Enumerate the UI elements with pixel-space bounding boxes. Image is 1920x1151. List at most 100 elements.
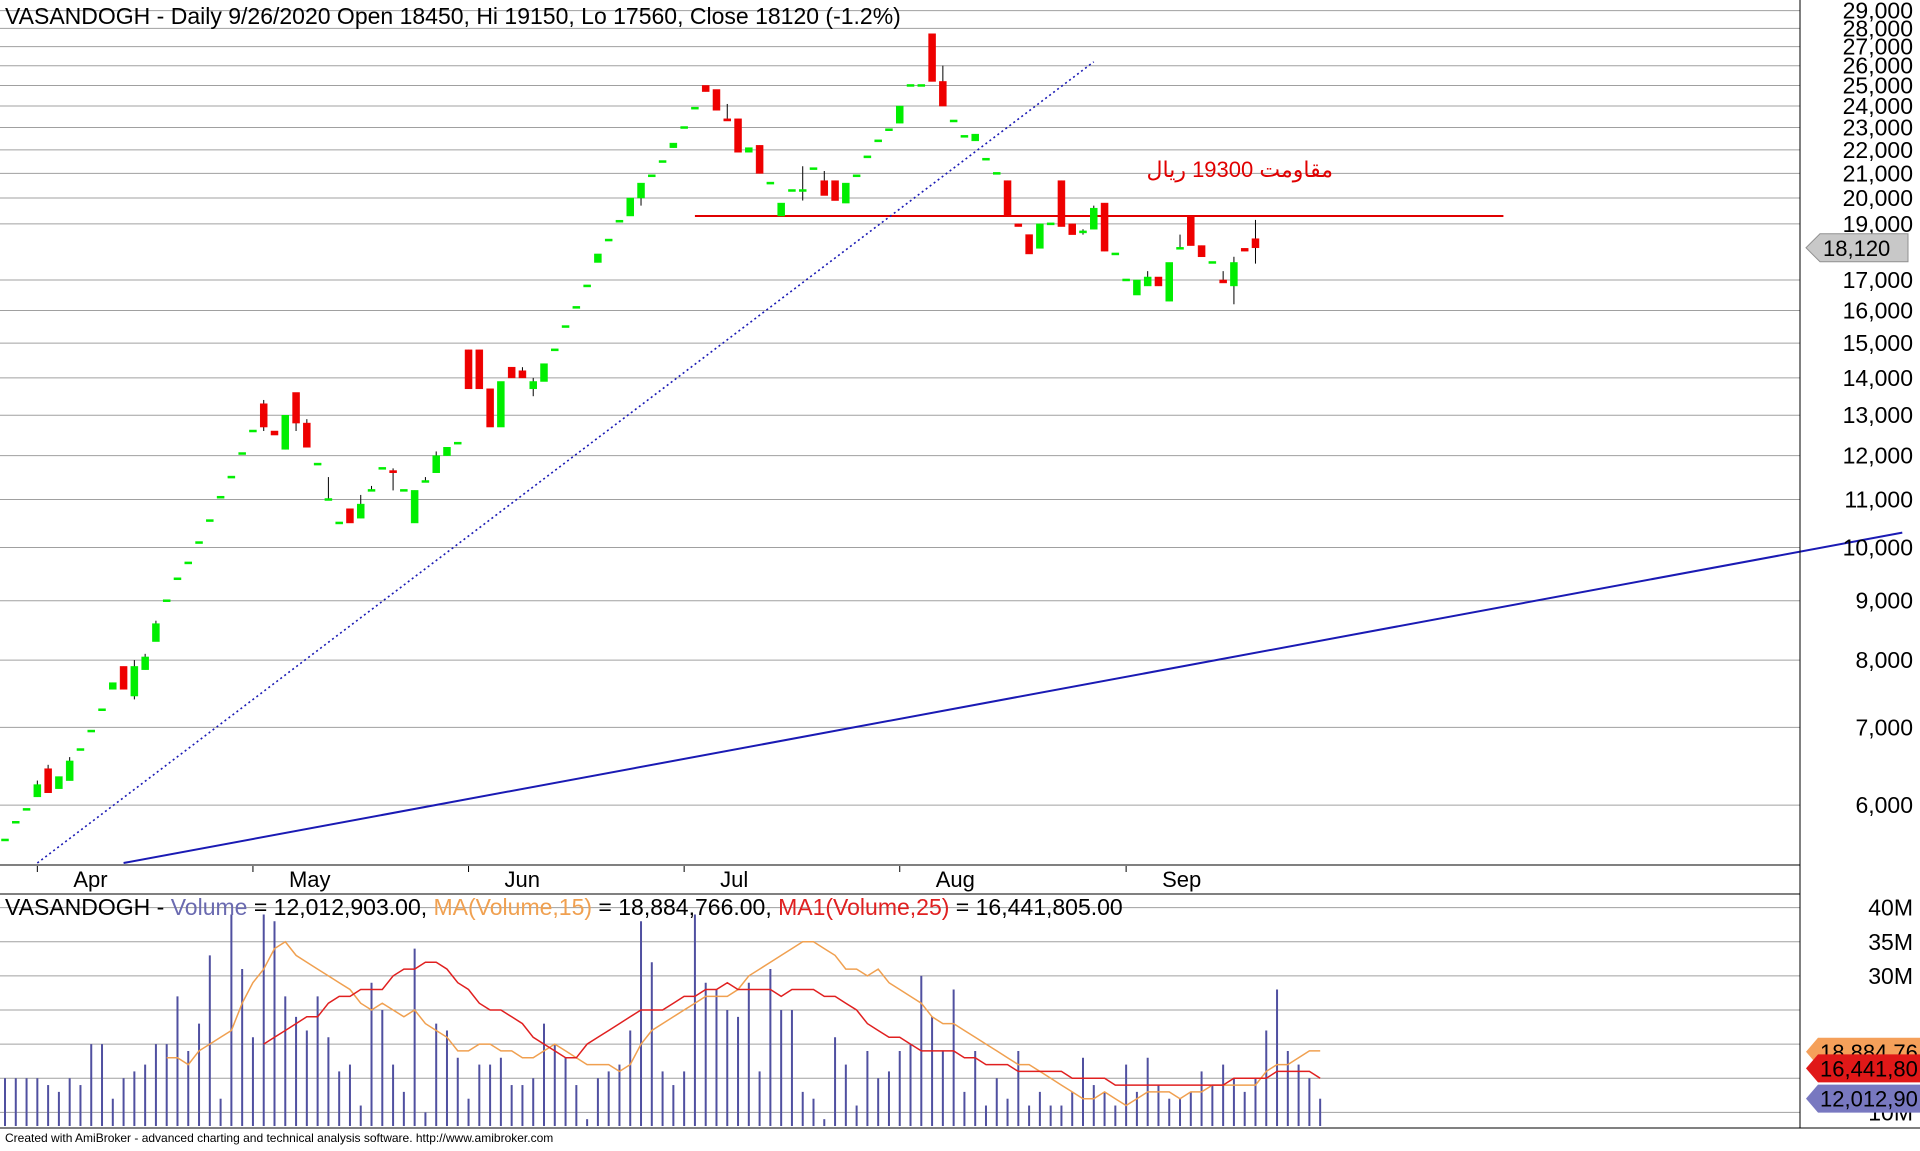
candle-up bbox=[895, 105, 904, 124]
candle-up bbox=[906, 84, 915, 87]
candle-down bbox=[820, 180, 829, 196]
date-axis: Apr May Jun Jul Aug Sep bbox=[36, 866, 1201, 892]
candle-down bbox=[119, 666, 128, 690]
candle-up bbox=[87, 729, 95, 733]
volume-title-part: = 12,012,903.00, bbox=[247, 894, 433, 920]
candle-down bbox=[44, 768, 52, 793]
month-label: Jul bbox=[720, 867, 748, 892]
price-tick-label: 11,000 bbox=[1844, 486, 1913, 512]
candle-up bbox=[55, 776, 63, 789]
candle-up bbox=[162, 599, 171, 602]
candle-down bbox=[1068, 223, 1076, 235]
candle-up bbox=[400, 489, 408, 492]
price-tick-label: 13,000 bbox=[1843, 402, 1913, 428]
volume-tick-label: 35M bbox=[1868, 929, 1913, 955]
price-tick-label: 6,000 bbox=[1855, 792, 1913, 818]
candle-down bbox=[734, 118, 742, 153]
candle-up bbox=[615, 219, 624, 223]
candle-down bbox=[1187, 215, 1195, 246]
candle-down bbox=[259, 403, 268, 428]
candle-up bbox=[529, 381, 537, 390]
candle-down bbox=[303, 422, 311, 448]
candle-up bbox=[33, 784, 42, 798]
candle-up bbox=[497, 381, 505, 428]
candle-up bbox=[454, 441, 462, 445]
candle-up bbox=[691, 106, 699, 110]
candle-up bbox=[917, 84, 926, 87]
volume-title-part: = 18,884,766.00, bbox=[592, 894, 778, 920]
price-tick-label: 10,000 bbox=[1843, 535, 1913, 561]
candle-up bbox=[367, 489, 376, 492]
price-axis: 6,000 7,000 8,000 9,000 10,000 11,000 12,000 13… bbox=[1843, 0, 1913, 818]
candle-up bbox=[809, 167, 818, 170]
candle-up bbox=[949, 119, 958, 123]
candle-up bbox=[1143, 276, 1152, 287]
candle-down bbox=[1100, 202, 1109, 252]
price-tick-label: 8,000 bbox=[1855, 647, 1913, 673]
chart-title: VASANDOGH - Daily 9/26/2020 Open 18450, … bbox=[5, 3, 901, 29]
volume-panel-title: VASANDOGH - Volume = 12,012,903.00, MA(V… bbox=[5, 894, 1123, 920]
candle-up bbox=[410, 490, 419, 524]
volume-tick-label: 30M bbox=[1868, 963, 1913, 989]
footer-credit: Created with AmiBroker - advanced charti… bbox=[5, 1131, 553, 1145]
price-tick-label: 29,000 bbox=[1843, 0, 1913, 24]
price-tick-label: 19,000 bbox=[1843, 211, 1913, 237]
candle-up bbox=[1230, 262, 1238, 287]
resistance-annotation: مقاومت 19300 ریال bbox=[1147, 157, 1333, 182]
candle-up bbox=[1176, 247, 1184, 250]
candle-up bbox=[637, 182, 645, 199]
candle-up bbox=[173, 577, 182, 581]
last-price-label: 18,120 bbox=[1823, 236, 1890, 261]
candle-up bbox=[356, 503, 365, 519]
price-tick-label: 16,000 bbox=[1843, 298, 1913, 324]
candle-up bbox=[249, 429, 257, 433]
candle-up bbox=[65, 760, 74, 781]
price-tick-label: 9,000 bbox=[1855, 588, 1913, 614]
volume-title-part: = 16,441,805.00 bbox=[949, 894, 1122, 920]
candle-up bbox=[1208, 261, 1217, 264]
candle-up bbox=[863, 155, 872, 159]
candle-up bbox=[1046, 222, 1055, 226]
candle-up bbox=[184, 561, 193, 565]
price-tick-label: 17,000 bbox=[1843, 267, 1913, 293]
candle-down bbox=[928, 33, 936, 82]
volume-title-part: VASANDOGH - bbox=[5, 894, 171, 920]
candle-up bbox=[141, 656, 149, 670]
candle-up bbox=[680, 126, 688, 129]
price-tick-label: 7,000 bbox=[1855, 714, 1913, 740]
volume-bars bbox=[4, 914, 1322, 1126]
price-trendlines bbox=[36, 61, 1903, 864]
candle-down bbox=[486, 388, 494, 428]
volume-title-part: MA1(Volume,25) bbox=[778, 894, 949, 920]
candle-up bbox=[604, 238, 613, 242]
candle-up bbox=[583, 284, 591, 288]
candle-up bbox=[982, 157, 990, 161]
candle-up bbox=[766, 181, 775, 185]
candle-up bbox=[960, 135, 969, 138]
candle-down bbox=[939, 81, 947, 107]
candle-up bbox=[1133, 279, 1141, 296]
candle-up bbox=[98, 708, 106, 711]
price-tick-label: 20,000 bbox=[1843, 185, 1913, 211]
candle-up bbox=[1111, 252, 1120, 256]
candle-up bbox=[206, 519, 214, 522]
price-grid bbox=[0, 10, 1800, 806]
volume-badge-label: 12,012,90 bbox=[1820, 1087, 1918, 1112]
candle-up bbox=[12, 821, 20, 824]
trendline-dotted-line bbox=[36, 61, 1095, 864]
candle-up bbox=[313, 462, 322, 466]
price-tick-label: 12,000 bbox=[1843, 443, 1913, 469]
candle-up bbox=[76, 748, 85, 751]
candle-up bbox=[1122, 278, 1130, 282]
panel-frames bbox=[0, 0, 1920, 1129]
trendline-long-line bbox=[123, 531, 1903, 864]
candle-up bbox=[1036, 223, 1044, 249]
chart-root: 6,000 7,000 8,000 9,000 10,000 11,000 12,000 13… bbox=[0, 0, 1920, 1146]
candle-up bbox=[238, 452, 246, 455]
candle-down bbox=[475, 349, 484, 390]
chart-svg: 6,000 7,000 8,000 9,000 10,000 11,000 12,000 13… bbox=[0, 0, 1920, 1145]
price-tick-label: 15,000 bbox=[1843, 330, 1913, 356]
candle-down bbox=[1057, 180, 1066, 227]
price-tick-label: 14,000 bbox=[1843, 365, 1913, 391]
candle-down bbox=[507, 366, 516, 379]
